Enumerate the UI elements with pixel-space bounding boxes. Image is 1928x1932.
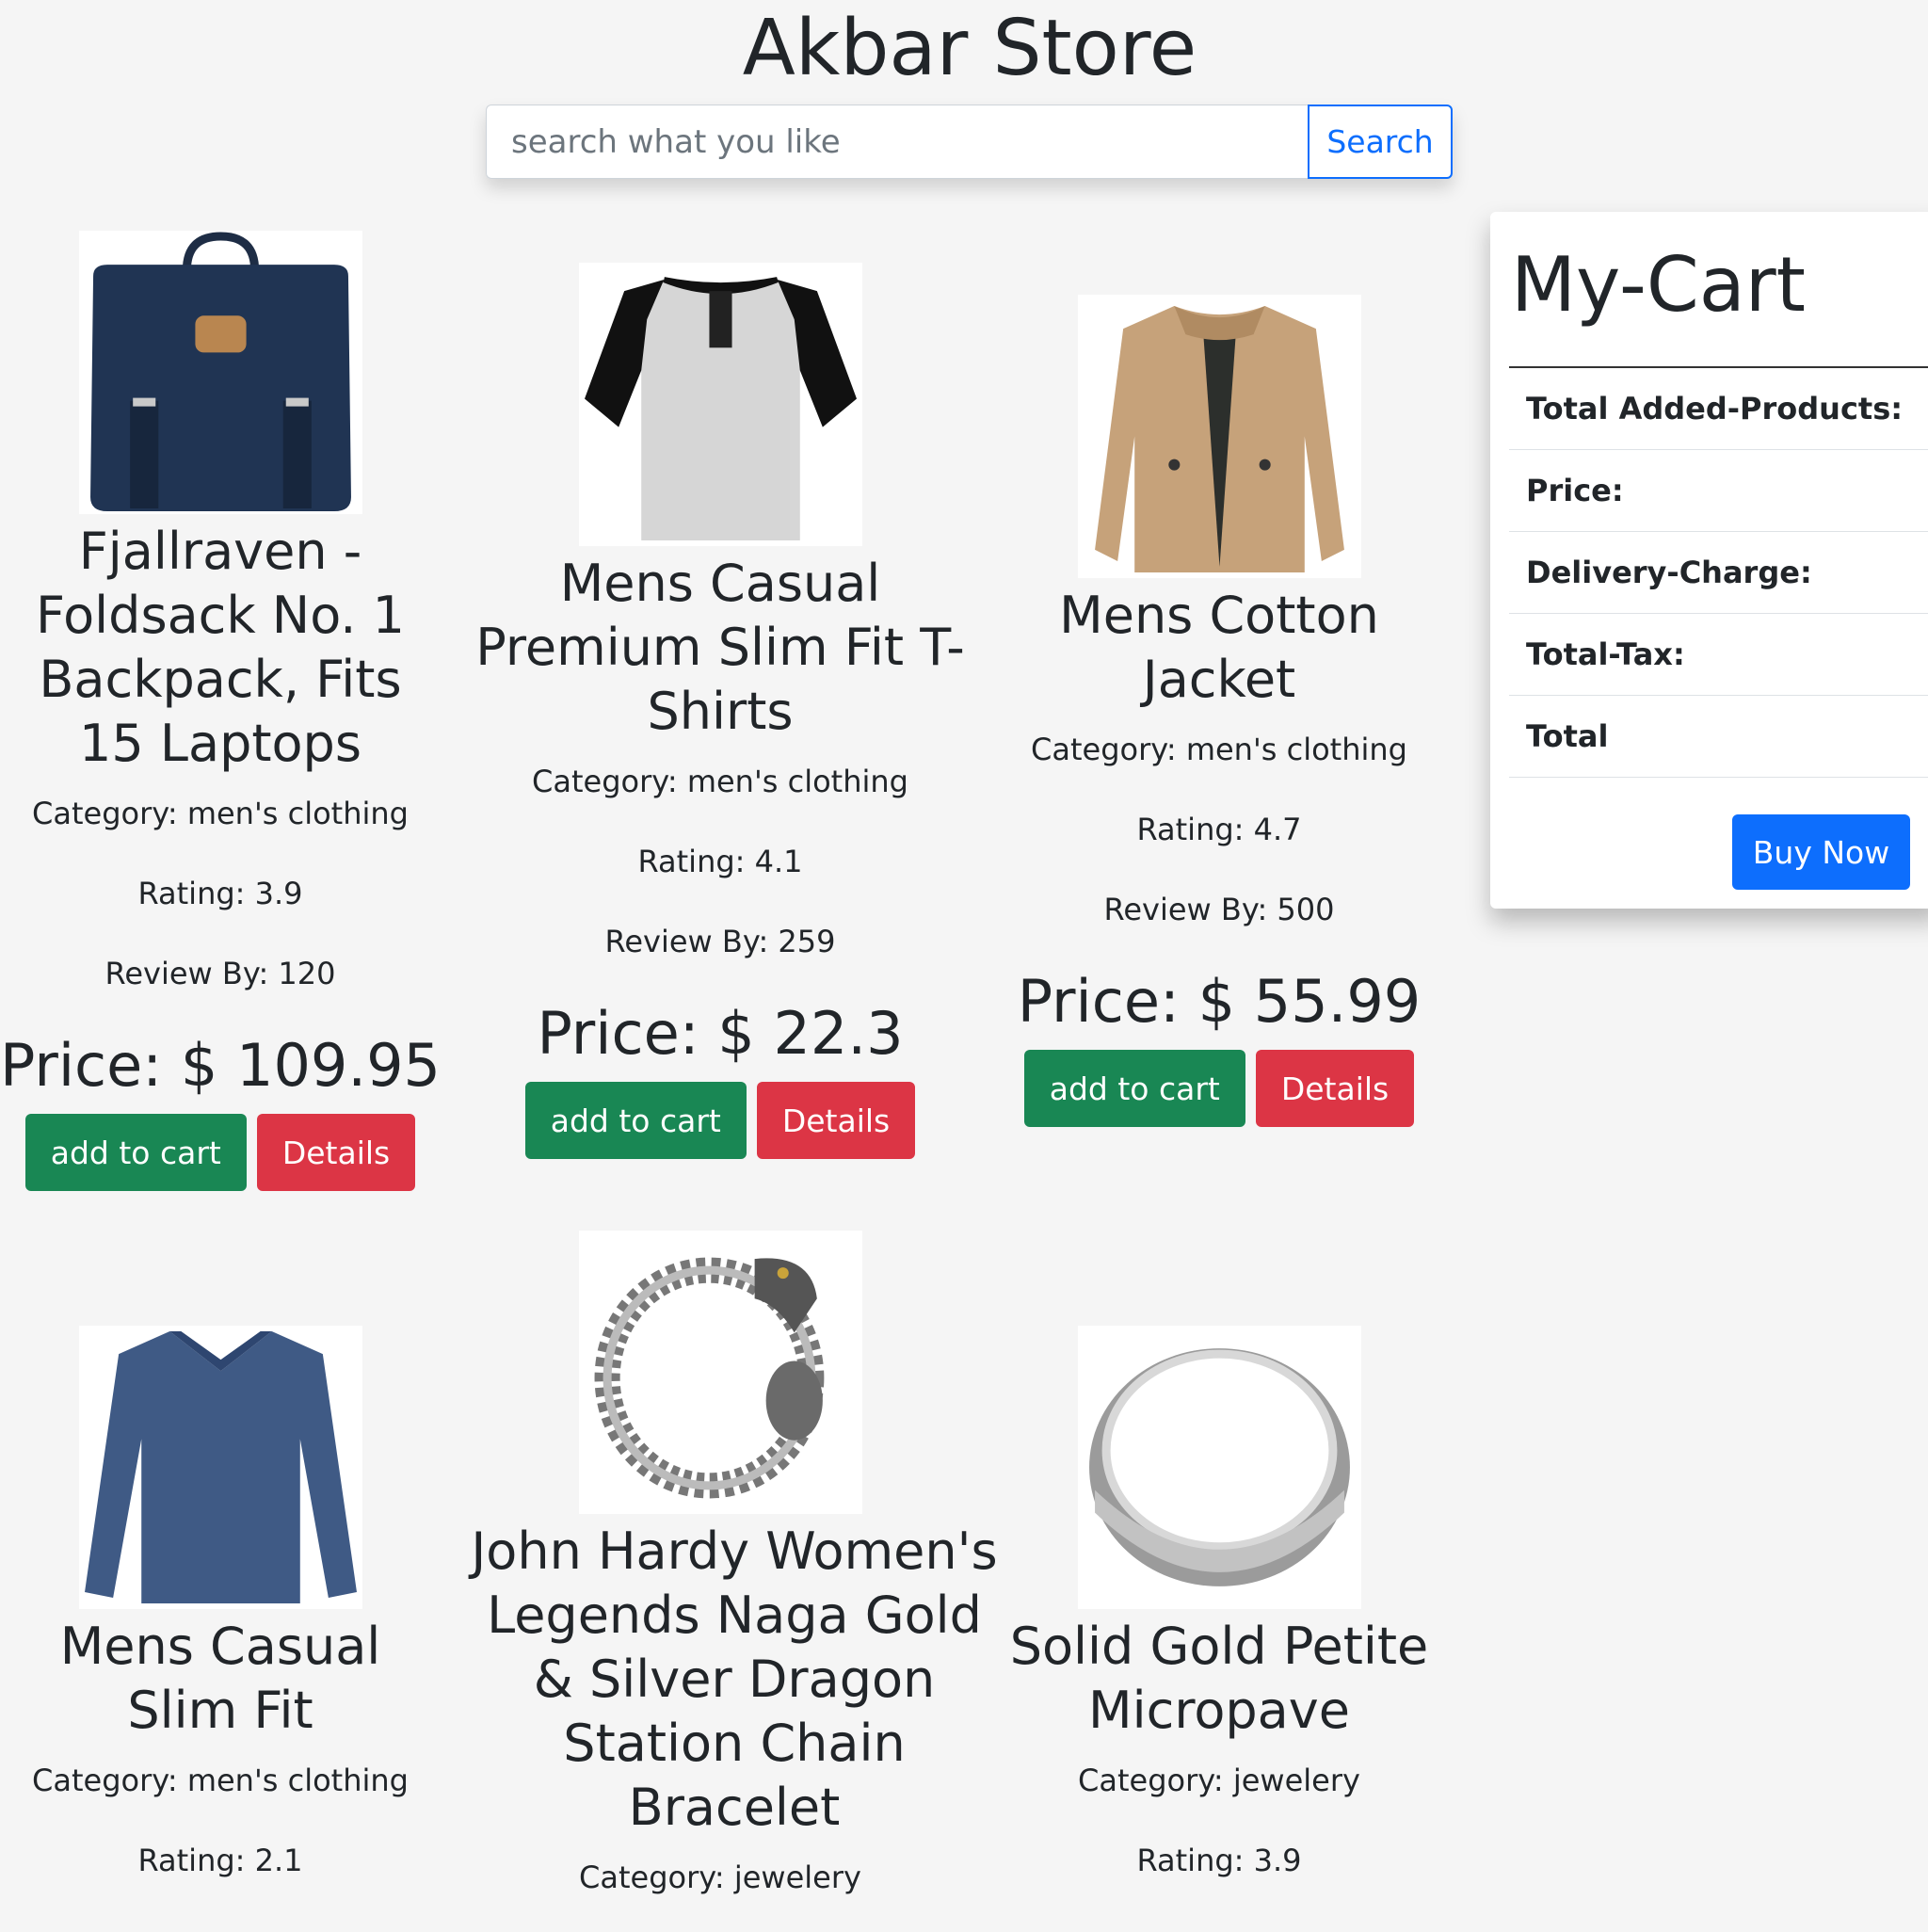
product-name: Mens Casual Slim Fit [59,1617,381,1740]
cart-row-tax: Total-Tax: [1509,614,1928,696]
cart-row-price: Price: [1509,450,1928,532]
cart-row-delivery: Delivery-Charge: [1509,532,1928,614]
product-rating: Rating: 3.9 [137,876,303,911]
add-to-cart-button[interactable]: add to cart [1023,1050,1245,1127]
product-category: Category: men's clothing [1031,732,1407,767]
bracelet-image [578,1231,862,1514]
product-card: Fjallraven - Foldsack No. 1 Backpack, Fi… [0,231,470,1191]
product-rating: Rating: 3.9 [1136,1843,1302,1878]
product-name: Fjallraven - Foldsack No. 1 Backpack, Fi… [36,522,405,773]
product-rating: Rating: 4.1 [637,844,803,879]
product-name: Mens Casual Premium Slim Fit T-Shirts [475,554,965,741]
product-category: Category: men's clothing [532,764,908,799]
product-card: Solid Gold Petite Micropave Category: je… [970,1326,1469,1903]
product-card: John Hardy Women's Legends Naga Gold & S… [471,1231,998,1920]
product-category: Category: men's clothing [32,1763,409,1798]
buy-now-button[interactable]: Buy Now [1732,814,1910,890]
store-title: Akbar Store [742,4,1197,93]
backpack-image [78,231,362,514]
product-name: John Hardy Women's Legends Naga Gold & S… [471,1521,998,1837]
product-reviews: Review By: 259 [604,924,836,959]
details-button[interactable]: Details [756,1082,916,1159]
product-card: Mens Cotton Jacket Category: men's cloth… [970,295,1469,1127]
product-price: Price: $ 55.99 [1017,967,1422,1036]
details-button[interactable]: Details [256,1114,416,1191]
product-category: Category: men's clothing [32,796,409,831]
cart-row-total-products: Total Added-Products: [1509,368,1928,450]
product-name: Solid Gold Petite Micropave [1009,1617,1429,1740]
search-bar: Search [486,105,1453,179]
product-category: Category: jewelery [1078,1763,1360,1798]
add-to-cart-button[interactable]: add to cart [24,1114,247,1191]
product-reviews: Review By: 120 [104,956,336,991]
product-card: Mens Casual Premium Slim Fit T-Shirts Ca… [471,263,970,1159]
product-name: Mens Cotton Jacket [1059,586,1379,709]
product-price: Price: $ 22.3 [537,999,904,1068]
details-button[interactable]: Details [1255,1050,1415,1127]
product-rating: Rating: 2.1 [137,1843,303,1878]
product-category: Category: jewelery [579,1860,861,1895]
product-reviews: Review By: 500 [1103,892,1335,927]
tshirt-image [578,263,862,546]
search-input[interactable] [486,105,1308,179]
jacket-image [1077,295,1361,578]
cart-row-total: Total [1509,696,1928,778]
ring-image [1077,1326,1361,1609]
cart-panel: My-Cart Total Added-Products: Price: Del… [1490,212,1928,909]
product-price: Price: $ 109.95 [0,1031,441,1100]
product-rating: Rating: 4.7 [1136,812,1302,847]
longsleeve-image [78,1326,362,1609]
add-to-cart-button[interactable]: add to cart [524,1082,747,1159]
search-button[interactable]: Search [1308,105,1453,179]
product-card: Mens Casual Slim Fit Category: men's clo… [0,1326,470,1903]
cart-title: My-Cart [1511,241,1806,329]
